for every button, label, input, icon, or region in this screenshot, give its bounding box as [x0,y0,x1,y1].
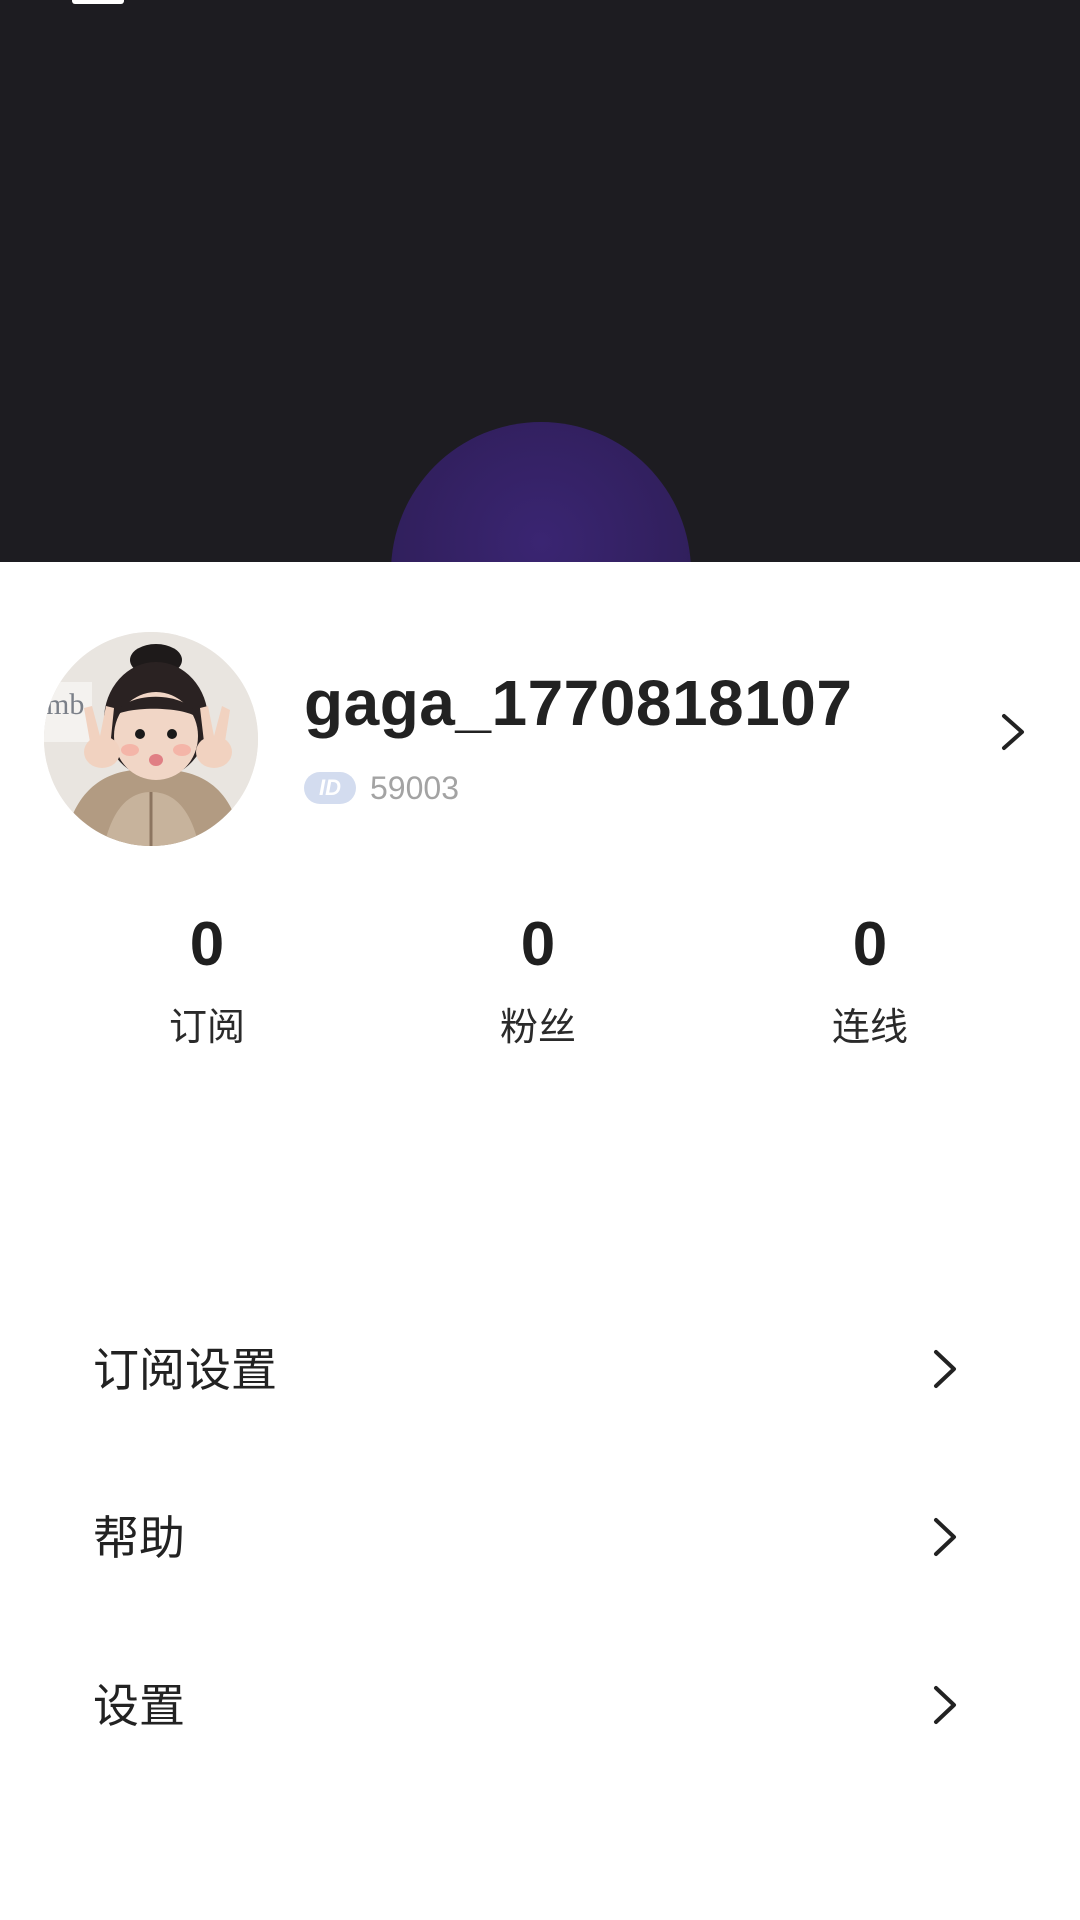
user-id-row: ID 59003 [304,770,459,806]
avatar[interactable]: mb [44,632,258,846]
menu-item-label: 帮助 [93,1511,185,1565]
stat-value: 0 [852,910,888,979]
cover-header [0,0,1080,562]
user-id: 59003 [370,769,459,806]
menu-item-label: 订阅设置 [93,1343,277,1397]
menu-item-subscription-settings[interactable]: 订阅设置 [0,1312,1080,1422]
username: gaga_1770818107 [304,667,853,739]
cover-glow-decoration [391,422,691,562]
profile-card[interactable]: mb gaga_1770818107 ID 59003 [0,562,1080,862]
stat-value: 0 [520,910,556,979]
stat-label: 粉丝 [499,1005,576,1049]
stats-row: 0 订阅 0 粉丝 0 连线 [0,900,1080,1080]
chevron-right-icon[interactable] [998,712,1028,752]
menu-item-label: 设置 [93,1679,185,1733]
stat-value: 0 [189,910,225,979]
stat-subscriptions[interactable]: 0 订阅 [97,900,317,1052]
stat-connections[interactable]: 0 连线 [760,900,980,1052]
chevron-right-icon [934,1518,956,1556]
status-bar-fragment [72,0,124,4]
menu-item-help[interactable]: 帮助 [0,1480,1080,1590]
stat-fans[interactable]: 0 粉丝 [428,900,648,1052]
chevron-right-icon [934,1686,956,1724]
svg-text:mb: mb [46,688,84,721]
stat-label: 订阅 [168,1005,245,1049]
stat-label: 连线 [831,1005,908,1049]
avatar-photo-icon: mb [44,632,258,846]
id-badge: ID [304,772,356,804]
menu-item-settings[interactable]: 设置 [0,1648,1080,1758]
chevron-right-icon [934,1350,956,1388]
